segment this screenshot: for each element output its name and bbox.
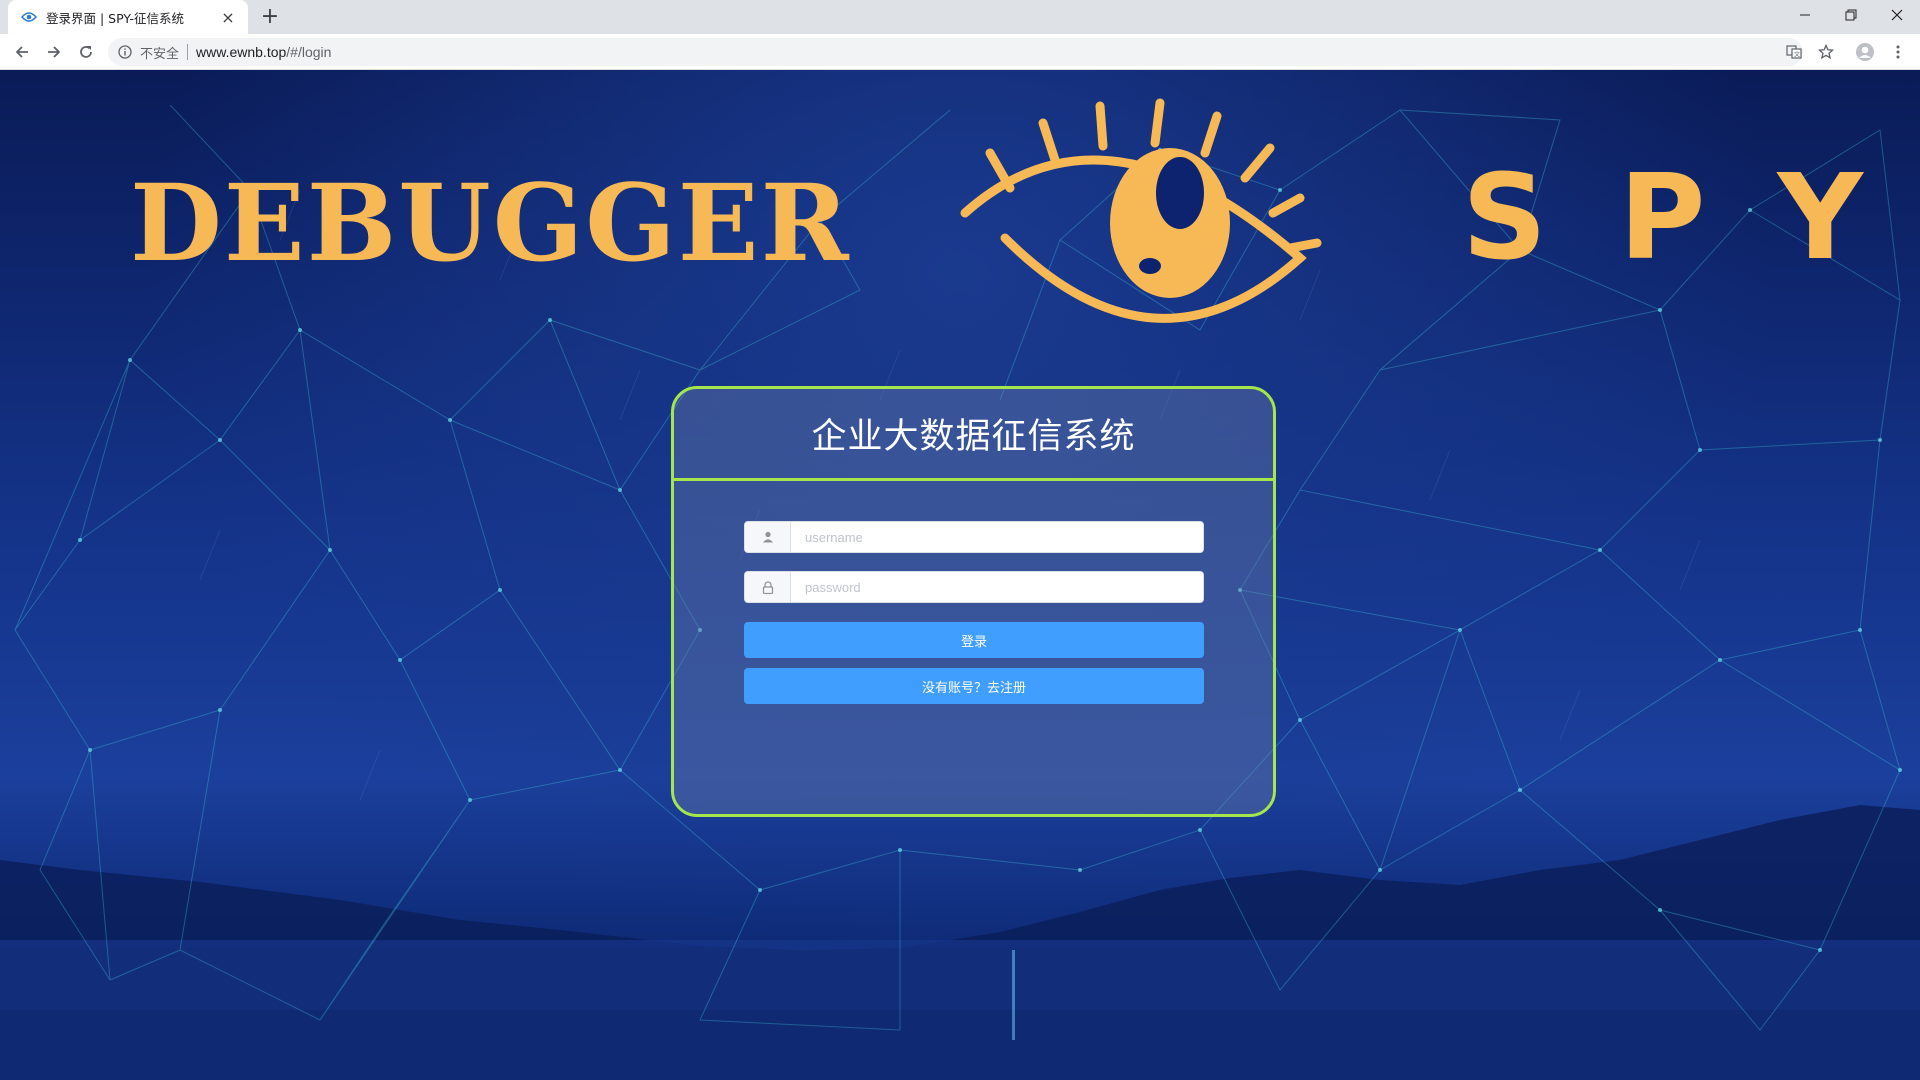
password-input[interactable] [791,572,1203,602]
forward-arrow-icon[interactable] [41,39,67,65]
tab-close-icon[interactable]: × [218,7,238,27]
eye-favicon-icon [20,8,38,26]
bookmark-star-icon[interactable] [1814,40,1838,64]
register-button[interactable]: 没有账号？去注册 [744,668,1204,704]
username-field[interactable] [744,521,1204,553]
browser-tab-active[interactable]: 登录界面 | SPY-征信系统 × [8,0,248,34]
spy-logo-text: SPY [1462,148,1920,286]
new-tab-button[interactable]: + [258,5,282,29]
info-icon[interactable] [118,44,134,60]
browser-tab-strip: 登录界面 | SPY-征信系统 × + [0,0,1920,34]
close-window-icon[interactable] [1874,0,1920,30]
address-bar[interactable]: 不安全 www.ewnb.top/#/login [108,38,1803,66]
lock-icon [745,572,791,602]
address-separator [187,44,189,60]
user-icon [745,522,791,552]
password-field[interactable] [744,571,1204,603]
eye-logo-icon [960,98,1322,323]
url-host: www.ewnb.top [196,44,287,60]
restore-window-icon[interactable] [1828,0,1874,30]
translate-icon[interactable]: 文 [1782,40,1806,64]
debugger-logo-text: DEBUGGER [130,160,851,285]
login-page: DEBUGGER SPY 企业大数据征信系统 username 登录 没有账号？… [0,70,1920,1080]
url-path: /#/login [286,44,332,60]
login-button[interactable]: 登录 [744,622,1204,658]
username-input[interactable] [791,522,1203,552]
back-arrow-icon[interactable] [9,39,35,65]
login-header: 企业大数据征信系统 [674,389,1273,481]
browser-menu-icon[interactable] [1886,40,1910,64]
url-text[interactable]: www.ewnb.top/#/login [196,44,331,60]
svg-text:文: 文 [1794,51,1800,59]
tab-title: 登录界面 | SPY-征信系统 [46,10,185,26]
reload-icon[interactable] [73,39,99,65]
profile-avatar-icon[interactable] [1853,40,1877,64]
security-label: 不安全 [140,46,180,62]
login-title: 企业大数据征信系统 [811,417,1136,457]
browser-toolbar: 不安全 www.ewnb.top/#/login 文 [0,34,1920,70]
login-card: 企业大数据征信系统 登录 没有账号？去注册 [671,386,1276,817]
minimize-window-icon[interactable] [1782,0,1828,30]
